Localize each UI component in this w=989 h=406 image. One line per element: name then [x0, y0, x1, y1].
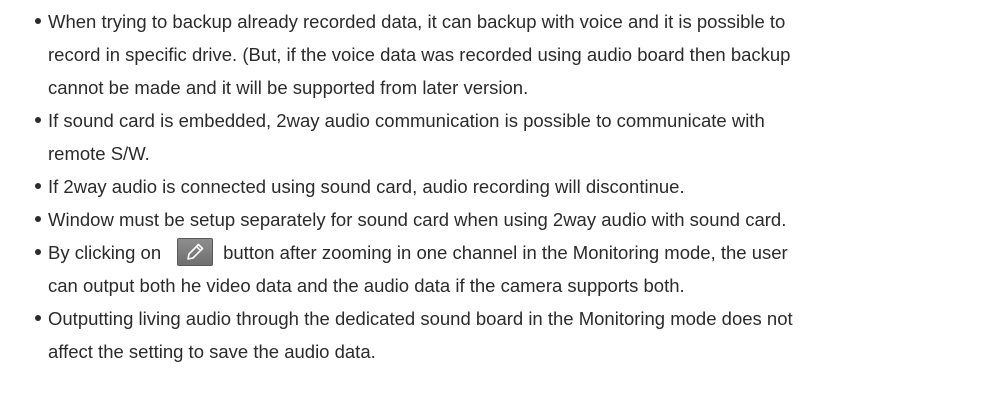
- bullet-item: By clicking on button after zooming in o…: [0, 236, 930, 302]
- bullet-text-before-icon: By clicking on: [48, 242, 162, 263]
- bullet-item: Window must be setup separately for soun…: [0, 203, 930, 236]
- bullet-item: If sound card is embedded, 2way audio co…: [0, 104, 930, 170]
- bullet-item: When trying to backup already recorded d…: [0, 5, 930, 104]
- document-page: When trying to backup already recorded d…: [0, 0, 989, 406]
- audio-output-icon: [177, 238, 214, 267]
- bullet-list: When trying to backup already recorded d…: [0, 5, 989, 368]
- bullet-item: Outputting living audio through the dedi…: [0, 302, 930, 368]
- bullet-item: If 2way audio is connected using sound c…: [0, 170, 930, 203]
